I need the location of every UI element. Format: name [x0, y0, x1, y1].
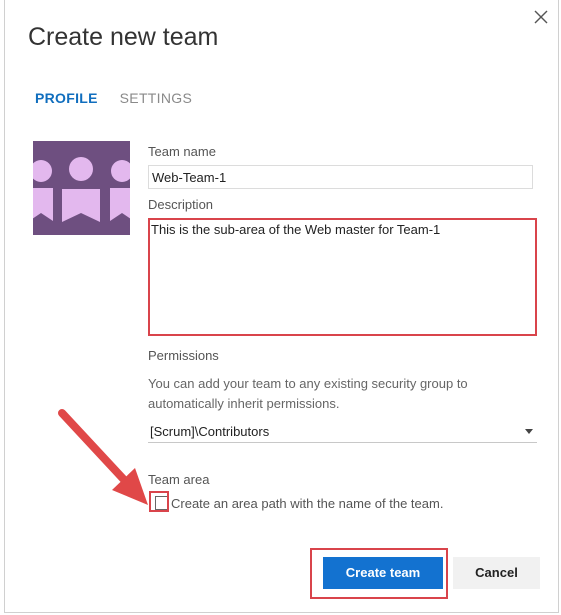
annotation-arrow-icon — [58, 409, 148, 505]
